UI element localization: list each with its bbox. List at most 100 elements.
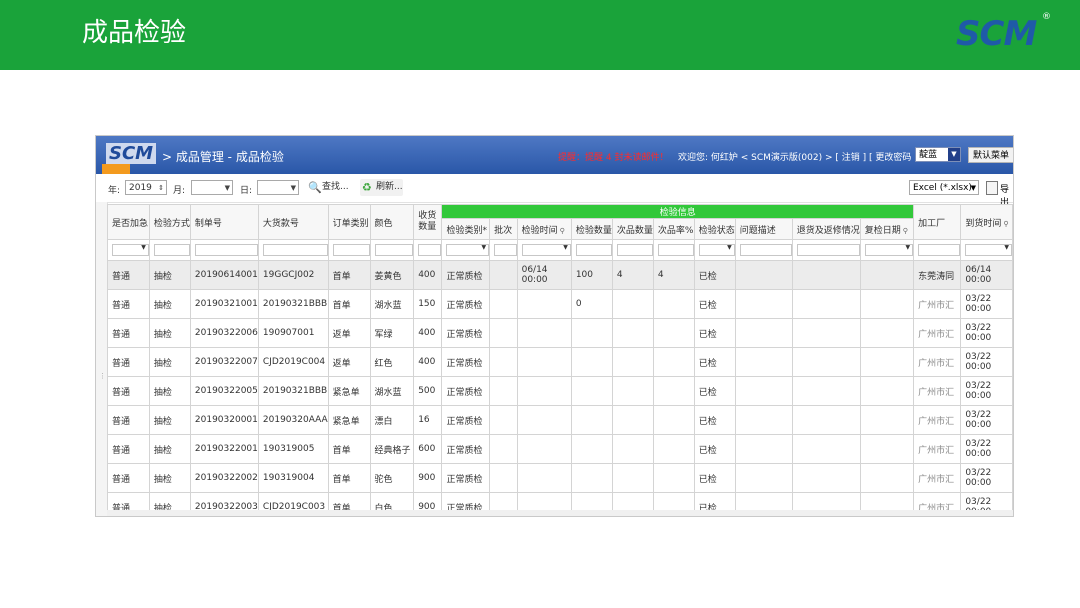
table-row[interactable]: 普通 抽检 20190322006 190907001 返单 军绿 400 正常质检 已检 广州市…: [107, 318, 1013, 348]
welcome-text[interactable]: 欢迎您: 何红妒 < SCM演示版(002) > [ 注销 ] [ 更改密码 ]: [678, 150, 918, 163]
cell-insp-type: 正常质检: [441, 434, 491, 464]
col-header-style-no[interactable]: 大货款号: [257, 204, 329, 240]
cell-clock: 00:00: [965, 304, 992, 314]
filter-icon[interactable]: ⚲: [560, 227, 565, 235]
col-header-insp-status[interactable]: 检验状态: [693, 218, 736, 240]
theme-select[interactable]: 靛蓝 ▼: [915, 147, 961, 162]
filter-cell: [652, 239, 695, 261]
col-header-urgent[interactable]: 是否加急: [107, 204, 150, 240]
col-header-color[interactable]: 颜色: [369, 204, 415, 240]
filter-select[interactable]: ▼: [698, 244, 735, 256]
filter-input[interactable]: [616, 244, 653, 256]
filter-select[interactable]: ▼: [521, 244, 571, 256]
horizontal-scrollbar[interactable]: [107, 510, 1013, 516]
cell-arrival: 03/2200:00: [960, 289, 1013, 319]
filter-select[interactable]: ▼: [965, 244, 1012, 256]
cell-color: 经典格子: [369, 434, 415, 464]
cell-date: 03/22: [965, 468, 992, 478]
filter-input[interactable]: [332, 244, 370, 256]
filter-input[interactable]: [575, 244, 612, 256]
cell-date: 03/22: [965, 497, 992, 507]
filter-input[interactable]: [739, 244, 792, 256]
cell-method: 抽检: [148, 347, 191, 377]
cell-arrival: 03/2200:00: [960, 376, 1013, 406]
cell-insp-qty: 0: [570, 289, 613, 319]
registered-mark: ®: [1042, 12, 1051, 22]
col-header-recheck-label: 复检日期: [864, 225, 901, 236]
filter-input[interactable]: [374, 244, 413, 256]
cell-factory: 东莞涛同: [913, 260, 962, 290]
col-header-method[interactable]: 检验方式: [148, 204, 191, 240]
filter-input[interactable]: [418, 244, 441, 256]
filter-input[interactable]: [657, 244, 694, 256]
cell-arrival: 03/2200:00: [960, 405, 1013, 435]
col-header-factory[interactable]: 加工厂: [913, 204, 962, 240]
table-row[interactable]: 普通 抽检 20190322001 190319005 首单 经典格子 600 正常质检 已检 广…: [107, 434, 1013, 464]
chevron-down-icon: ▼: [905, 244, 911, 251]
cell-defect-qty: [611, 289, 654, 319]
col-header-arrival-time[interactable]: 到货时间 ⚲: [960, 204, 1013, 240]
filter-input[interactable]: [194, 244, 258, 256]
filter-input[interactable]: [153, 244, 190, 256]
cell-defect-rate: [652, 376, 695, 406]
col-header-batch[interactable]: 批次: [489, 218, 518, 240]
col-header-return-info[interactable]: 退货及返修情况: [791, 218, 861, 240]
filter-select[interactable]: ▼: [864, 244, 913, 256]
cell-batch: [489, 405, 518, 435]
filter-input[interactable]: [796, 244, 860, 256]
cell-date: 03/22: [965, 439, 992, 449]
cell-return-info: [791, 405, 861, 435]
default-menu-button[interactable]: 默认菜单: [968, 147, 1013, 163]
cell-date: 06/14: [965, 265, 992, 275]
table-row[interactable]: 普通 抽检 20190322002 190319004 首单 驼色 900 正常质检 已检 广州市…: [107, 463, 1013, 493]
day-select[interactable]: ▼: [257, 180, 299, 195]
cell-urgent: 普通: [107, 347, 150, 377]
table-row[interactable]: 普通 抽检 20190614001 19GGCJ002 首单 姜黄色 400 正常质检 06/1…: [107, 260, 1013, 290]
col-header-insp-time[interactable]: 检验时间 ⚲: [516, 218, 572, 240]
cell-order-no: 20190321001: [189, 289, 259, 319]
cell-return-info: [791, 260, 861, 290]
cell-factory: 广州市汇: [913, 434, 962, 464]
table-row[interactable]: 普通 抽检 20190322005 20190321BBB 紧急单 湖水蓝 500 正常质检 已…: [107, 376, 1013, 406]
cell-style-no: 20190321BBB: [257, 289, 329, 319]
cell-arrival: 03/2200:00: [960, 318, 1013, 348]
filter-input[interactable]: [918, 244, 960, 256]
export-icon[interactable]: [986, 181, 998, 195]
col-header-issue[interactable]: 问题描述: [734, 218, 793, 240]
cell-insp-status: 已检: [693, 260, 736, 290]
mail-alert-link[interactable]: 提醒：提醒 4 封未读邮件！: [558, 150, 668, 163]
filter-select[interactable]: ▼: [446, 244, 489, 256]
grip-icon: ⋮: [99, 372, 106, 380]
table-row[interactable]: 普通 抽检 20190321001 20190321BBB 首单 湖水蓝 150 正常质检 0 已…: [107, 289, 1013, 319]
filter-cell: [791, 239, 861, 261]
col-header-order-type[interactable]: 订单类别: [327, 204, 371, 240]
col-header-order-no[interactable]: 制单号: [189, 204, 259, 240]
filter-icon[interactable]: ⚲: [1003, 220, 1008, 228]
col-header-recv-qty[interactable]: 收货数量: [413, 204, 443, 240]
col-header-recheck-date[interactable]: 复检日期 ⚲: [859, 218, 915, 240]
year-stepper[interactable]: 2019 ⇕: [125, 180, 167, 195]
col-header-defect-qty[interactable]: 次品数量: [611, 218, 654, 240]
filter-input[interactable]: [262, 244, 328, 256]
table-row[interactable]: 普通 抽检 20190322007 CJD2019C004 返单 红色 400 正常质检 已检 广…: [107, 347, 1013, 377]
cell-clock: 00:00: [965, 275, 992, 285]
cell-insp-qty: [570, 405, 613, 435]
table-row[interactable]: 普通 抽检 20190320001 20190320AAA 紧急单 漂白 16 正常质检 已检 广…: [107, 405, 1013, 435]
cell-method: 抽检: [148, 434, 191, 464]
filter-icon[interactable]: ⚲: [903, 227, 908, 235]
cell-clock: 00:00: [965, 478, 992, 488]
col-header-insp-type[interactable]: 检验类别*: [441, 218, 491, 240]
filter-cell: [148, 239, 191, 261]
filter-select[interactable]: ▼: [112, 244, 149, 256]
filter-cell: [913, 239, 962, 261]
refresh-button[interactable]: ♻ 刷新...: [360, 179, 403, 196]
search-button[interactable]: 🔍 查找...: [306, 179, 349, 196]
col-header-insp-qty[interactable]: 检验数量: [570, 218, 613, 240]
export-format-select[interactable]: Excel (*.xlsx) ▼: [909, 180, 979, 195]
month-select[interactable]: ▼: [191, 180, 233, 195]
cell-order-no: 20190614001: [189, 260, 259, 290]
cell-method: 抽检: [148, 463, 191, 493]
filter-input[interactable]: [494, 244, 517, 256]
cell-style-no: 190319005: [257, 434, 329, 464]
col-header-defect-rate[interactable]: 次品率%: [652, 218, 695, 240]
